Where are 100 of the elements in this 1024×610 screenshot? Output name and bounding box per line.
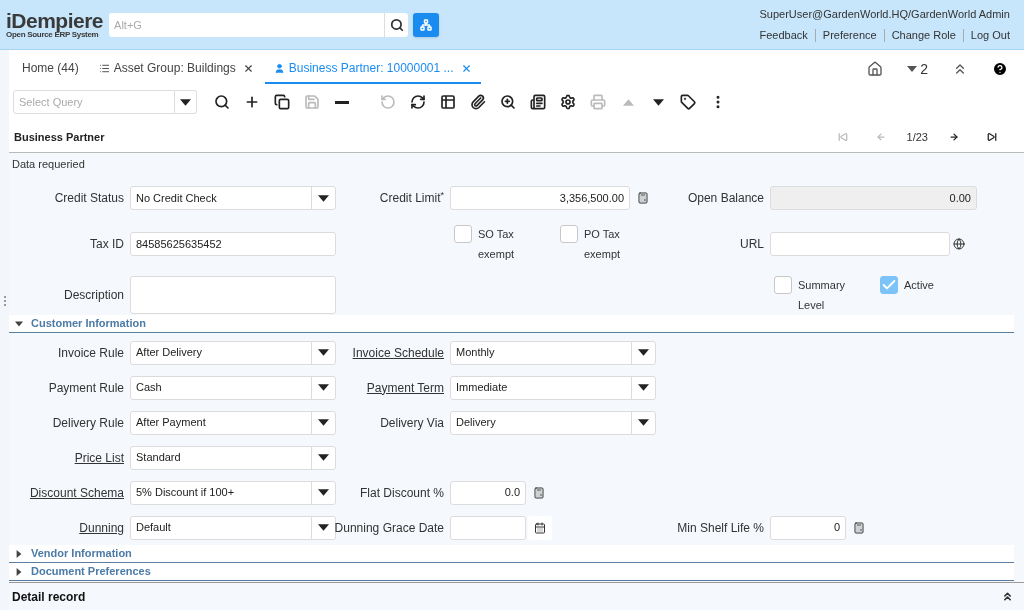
input-field[interactable]: 5% Discount if 100+ <box>130 480 336 505</box>
caret-down-icon <box>652 96 664 108</box>
calculator-icon[interactable] <box>853 521 865 534</box>
input-field[interactable]: 0.00 <box>770 186 977 210</box>
globe-icon[interactable] <box>953 238 965 250</box>
field-label[interactable]: Invoice Schedule <box>352 343 444 362</box>
field-label: Flat Discount % <box>359 484 444 502</box>
caret-down-icon <box>180 96 191 108</box>
caret-down-icon <box>318 522 329 533</box>
field-value: 0 <box>832 520 841 536</box>
field-label: Credit Status <box>54 190 124 207</box>
home-icon[interactable] <box>867 61 884 77</box>
description-field[interactable] <box>130 276 336 314</box>
field-value: 0.0 <box>503 485 521 501</box>
checkbox-label: Active <box>904 277 934 293</box>
field-label[interactable]: Discount Schema <box>29 483 124 502</box>
logo-title: iDempiere <box>6 10 104 31</box>
field-value: After Delivery <box>135 345 204 361</box>
header-link[interactable]: Preference <box>822 27 877 44</box>
field-value: Delivery <box>455 415 497 431</box>
field-label: URL <box>740 236 764 253</box>
input-field[interactable]: 0 <box>770 515 846 540</box>
list-icon <box>98 62 110 74</box>
window-tab[interactable]: Business Partner: 10000001 ... <box>264 54 481 84</box>
field-value: 84585625635452 <box>135 236 223 252</box>
close-icon[interactable] <box>242 62 254 74</box>
caret-down-icon <box>638 347 649 358</box>
caret-down-icon <box>318 452 329 463</box>
caret-down-icon <box>318 417 329 428</box>
caret-down-icon <box>15 319 23 328</box>
paperclip-icon <box>470 94 486 110</box>
input-field[interactable]: Monthly <box>450 340 656 365</box>
dropdown-button[interactable] <box>175 90 197 114</box>
field-label[interactable]: Dunning <box>79 518 124 537</box>
input-field[interactable] <box>770 232 950 256</box>
input-field[interactable]: Immediate <box>450 375 656 400</box>
search-button[interactable] <box>384 12 409 37</box>
header-link[interactable]: Feedback <box>759 27 808 44</box>
table-icon <box>440 94 456 110</box>
refresh-icon <box>410 94 426 110</box>
input-field[interactable]: 3,356,500.00 <box>450 186 630 210</box>
tag-icon <box>680 94 696 110</box>
help-icon[interactable] <box>992 61 1008 77</box>
calculator-icon[interactable] <box>637 192 649 204</box>
window-tab[interactable]: Asset Group: Buildings <box>89 54 263 84</box>
caret-down-icon <box>318 382 329 393</box>
settings-icon <box>560 94 576 110</box>
detail-title: Detail record <box>12 588 86 606</box>
field-label[interactable]: Price List <box>74 448 124 467</box>
field-label: Dunning Grace Date <box>334 519 444 537</box>
checkbox[interactable] <box>560 224 578 243</box>
checkbox[interactable] <box>774 275 792 294</box>
field-value: 3,356,500.00 <box>558 190 625 206</box>
logo-subtitle: Open Source ERP System <box>6 31 99 39</box>
field-value: Immediate <box>455 380 509 396</box>
input-field[interactable]: After Delivery <box>130 340 336 365</box>
expand-icon[interactable] <box>1001 590 1014 603</box>
input-field[interactable] <box>450 515 526 540</box>
field-value: 0.00 <box>948 190 972 206</box>
status-text: Data requeried <box>12 156 85 172</box>
checkbox-label: PO Tax exempt <box>584 226 622 262</box>
search-field[interactable]: Alt+G <box>109 12 385 37</box>
header-link[interactable]: Change Role <box>891 27 956 44</box>
input-field[interactable]: Default <box>130 515 336 540</box>
newspaper-icon <box>530 94 546 110</box>
input-field[interactable]: 0.0 <box>450 480 526 505</box>
input-field[interactable]: No Credit Check <box>130 186 336 210</box>
input-field[interactable]: After Payment <box>130 410 336 435</box>
query-field[interactable]: Select Query <box>13 90 175 114</box>
calculator-icon[interactable] <box>533 486 545 499</box>
plus-icon <box>244 94 260 110</box>
input-field[interactable]: Standard <box>130 445 336 470</box>
undo-icon <box>380 94 396 110</box>
checkbox[interactable] <box>880 275 898 294</box>
window-tab[interactable]: Home (44) <box>13 54 88 84</box>
zoom-in-icon <box>500 94 516 110</box>
field-value: Default <box>135 520 172 536</box>
record-counter: 1/23 <box>906 129 928 145</box>
window-list-button[interactable]: 2 <box>907 58 928 80</box>
checkbox-label: Summary Level <box>798 277 847 313</box>
search-icon <box>389 17 404 32</box>
checkbox-label: SO Tax exempt <box>478 226 516 262</box>
field-value: Standard <box>135 450 182 466</box>
input-field[interactable]: Cash <box>130 375 336 400</box>
caret-down-icon <box>638 382 649 393</box>
calendar-button[interactable] <box>528 515 552 540</box>
input-field[interactable]: 84585625635452 <box>130 232 336 256</box>
field-label: Open Balance <box>687 190 764 207</box>
caret-down-icon <box>638 417 649 428</box>
field-label: Tax ID <box>90 236 124 253</box>
field-value: No Credit Check <box>135 190 218 206</box>
checkbox[interactable] <box>454 224 472 243</box>
header-link[interactable]: Log Out <box>970 27 1010 44</box>
field-label[interactable]: Payment Term <box>366 378 444 397</box>
input-field[interactable]: Delivery <box>450 410 656 435</box>
caret-down-icon <box>318 347 329 358</box>
field-label: Payment Rule <box>48 379 124 397</box>
field-label: Delivery Via <box>380 414 444 432</box>
arrow-icon[interactable] <box>949 132 959 142</box>
skip-icon[interactable] <box>987 132 997 142</box>
